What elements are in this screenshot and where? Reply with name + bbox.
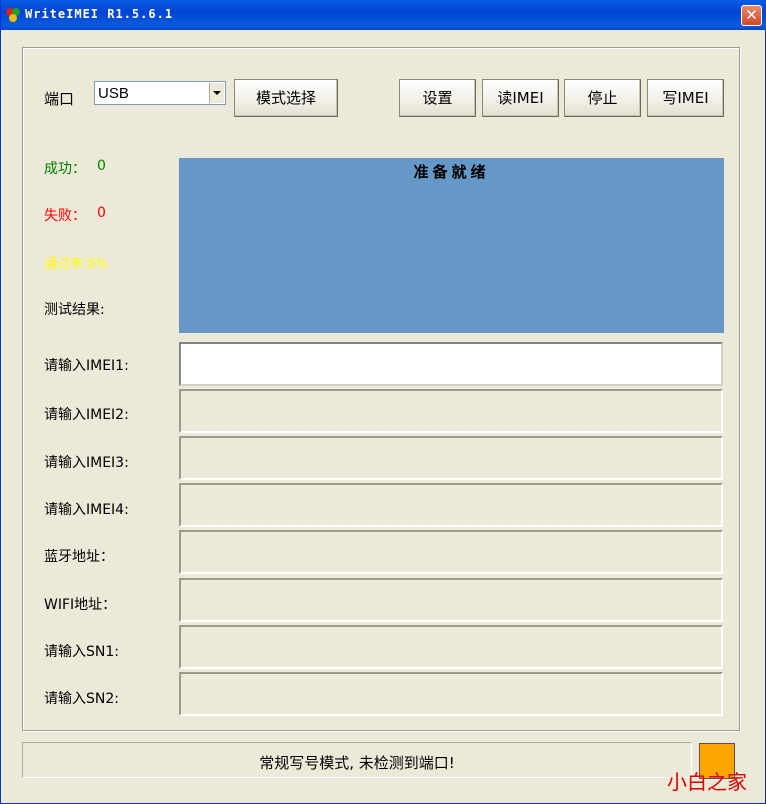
title-bar[interactable]: WriteIMEI R1.5.6.1 ✕ <box>1 0 766 30</box>
imei1-input[interactable] <box>179 342 723 386</box>
imei2-label: 请输入IMEI2: <box>44 407 129 423</box>
wifi-address-input-box[interactable] <box>181 580 721 620</box>
imei4-input-box[interactable] <box>181 485 721 525</box>
imei4-input[interactable] <box>179 483 723 527</box>
fail-label: 失败： <box>44 208 86 224</box>
success-label: 成功： <box>44 161 86 177</box>
write-imei-button[interactable]: 写IMEI <box>647 79 724 117</box>
imei3-input[interactable] <box>179 436 723 480</box>
sn1-input[interactable] <box>179 625 723 669</box>
imei2-input[interactable] <box>179 389 723 433</box>
sn2-label: 请输入SN2: <box>44 691 119 707</box>
read-imei-button[interactable]: 读IMEI <box>482 79 559 117</box>
pass-rate: 通过率:0% <box>44 257 109 272</box>
app-window: WriteIMEI R1.5.6.1 ✕ 端口 USB 模式选择 设置 读IME… <box>0 0 766 804</box>
status-bar: 常规写号模式, 未检测到端口! <box>22 742 692 778</box>
bluetooth-address-input[interactable] <box>179 530 723 574</box>
sn2-input-box[interactable] <box>181 674 721 714</box>
imei4-label: 请输入IMEI4: <box>44 502 129 518</box>
fail-count: 0 <box>97 205 106 221</box>
sn2-input[interactable] <box>179 672 723 716</box>
imei1-label: 请输入IMEI1: <box>44 358 129 374</box>
wifi-address-label: WIFI地址： <box>44 597 117 613</box>
watermark-text: 小白之家 <box>667 770 747 794</box>
status-panel-text: 准备就绪 <box>413 163 490 181</box>
port-select-value: USB <box>98 85 129 102</box>
bluetooth-address-input-box[interactable] <box>181 532 721 572</box>
wifi-address-input[interactable] <box>179 578 723 622</box>
close-icon: ✕ <box>745 6 758 24</box>
port-label: 端口 <box>44 90 75 108</box>
close-button[interactable]: ✕ <box>741 5 762 26</box>
chevron-down-icon[interactable] <box>209 83 224 103</box>
app-logo-icon <box>6 8 20 22</box>
status-bar-text: 常规写号模式, 未检测到端口! <box>259 754 455 772</box>
stop-button[interactable]: 停止 <box>564 79 641 117</box>
test-result-label: 测试结果: <box>44 302 105 318</box>
bluetooth-address-label: 蓝牙地址： <box>44 549 114 565</box>
mode-select-button[interactable]: 模式选择 <box>234 79 338 117</box>
settings-button[interactable]: 设置 <box>399 79 476 117</box>
sn1-label: 请输入SN1: <box>44 644 119 660</box>
imei3-label: 请输入IMEI3: <box>44 455 129 471</box>
port-select[interactable]: USB <box>94 81 226 105</box>
success-count: 0 <box>97 158 106 174</box>
imei2-input-box[interactable] <box>181 391 721 431</box>
status-panel: 准备就绪 <box>179 158 724 333</box>
sn1-input-box[interactable] <box>181 627 721 667</box>
window-title: WriteIMEI R1.5.6.1 <box>25 7 174 21</box>
imei3-input-box[interactable] <box>181 438 721 478</box>
imei1-input-box[interactable] <box>181 344 721 384</box>
